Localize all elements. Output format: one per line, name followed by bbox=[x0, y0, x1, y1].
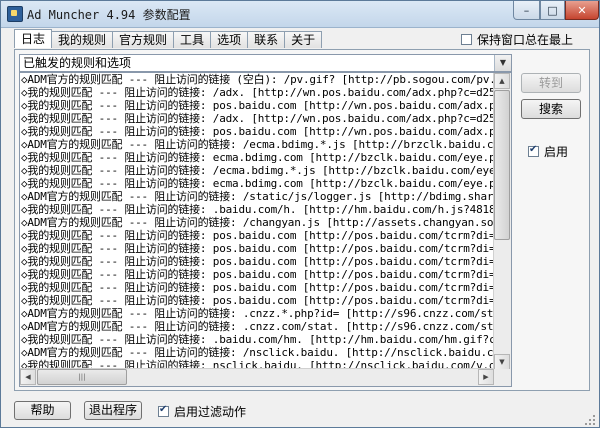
list-item[interactable]: ◇我的规则匹配 --- 阻止访问的链接: ecma.bdimg.com [htt… bbox=[20, 177, 494, 190]
list-item[interactable]: ◇我的规则匹配 --- 阻止访问的链接: .baidu.com/hm. [htt… bbox=[20, 333, 494, 346]
list-item[interactable]: ◇我的规则匹配 --- 阻止访问的链接: pos.baidu.com [http… bbox=[20, 294, 494, 307]
tab-bar: 日志 我的规则 官方规则 工具 选项 联系 关于 bbox=[14, 29, 323, 49]
tab-tools[interactable]: 工具 bbox=[173, 31, 212, 48]
log-filter-dropdown[interactable]: 已触发的规则和选项 ▼ bbox=[19, 54, 512, 72]
tab-options[interactable]: 选项 bbox=[210, 31, 249, 48]
enable-checkbox[interactable] bbox=[528, 144, 539, 157]
minimize-button[interactable]: – bbox=[513, 1, 540, 20]
enable-label: 启用 bbox=[544, 145, 569, 159]
app-icon bbox=[7, 6, 23, 22]
list-item[interactable]: ◇我的规则匹配 --- 阻止访问的链接: pos.baidu.com [http… bbox=[20, 242, 494, 255]
keep-on-top-option[interactable]: 保持窗口总在最上 bbox=[461, 31, 573, 48]
list-item[interactable]: ◇我的规则匹配 --- 阻止访问的链接: ecma.bdimg.com [htt… bbox=[20, 151, 494, 164]
resize-grip-icon[interactable] bbox=[584, 414, 596, 426]
list-item[interactable]: ◇我的规则匹配 --- 阻止访问的链接: /adx. [http://wn.po… bbox=[20, 86, 494, 99]
list-item[interactable]: ◇我的规则匹配 --- 阻止访问的链接: pos.baidu.com [http… bbox=[20, 268, 494, 281]
tab-log[interactable]: 日志 bbox=[14, 29, 53, 48]
list-item[interactable]: ◇ADM官方的规则匹配 --- 阻止访问的链接: /changyan.js [h… bbox=[20, 216, 494, 229]
maximize-button[interactable]: □ bbox=[540, 1, 565, 20]
list-item[interactable]: ◇我的规则匹配 --- 阻止访问的链接: pos.baidu.com [http… bbox=[20, 229, 494, 242]
list-item[interactable]: ◇ADM官方的规则匹配 --- 阻止访问的链接: /nsclick.baidu.… bbox=[20, 346, 494, 359]
scroll-up-icon[interactable]: ▲ bbox=[494, 73, 510, 89]
list-item[interactable]: ◇我的规则匹配 --- 阻止访问的链接: /ecma.bdimg.*.js [h… bbox=[20, 164, 494, 177]
list-item[interactable]: ◇我的规则匹配 --- 阻止访问的链接: .baidu.com/h. [http… bbox=[20, 203, 494, 216]
filter-checkbox[interactable] bbox=[158, 404, 169, 417]
horizontal-scroll-thumb[interactable]: ||| bbox=[37, 369, 127, 385]
list-item[interactable]: ◇我的规则匹配 --- 阻止访问的链接: pos.baidu.com [http… bbox=[20, 125, 494, 138]
title-bar[interactable]: Ad Muncher 4.94 参数配置 – □ ✕ bbox=[1, 1, 599, 28]
scroll-down-icon[interactable]: ▼ bbox=[494, 354, 510, 370]
search-button[interactable]: 搜索 bbox=[521, 99, 581, 119]
window-title: Ad Muncher 4.94 参数配置 bbox=[27, 8, 191, 22]
filter-option[interactable]: 启用过滤动作 bbox=[158, 403, 246, 420]
horizontal-scrollbar[interactable]: ◀ ||| ▶ bbox=[20, 368, 494, 386]
list-item[interactable]: ◇ADM官方的规则匹配 --- 阻止访问的链接: /ecma.bdimg.*.j… bbox=[20, 138, 494, 151]
list-item[interactable]: ◇ADM官方的规则匹配 --- 阻止访问的链接: .cnzz.com/stat.… bbox=[20, 320, 494, 333]
enable-option[interactable]: 启用 bbox=[528, 143, 568, 160]
close-button[interactable]: ✕ bbox=[565, 1, 599, 20]
help-button[interactable]: 帮助 bbox=[14, 401, 71, 420]
tab-official-rules[interactable]: 官方规则 bbox=[112, 31, 175, 48]
list-item[interactable]: ◇ADM官方的规则匹配 --- 阻止访问的链接: /static/js/logg… bbox=[20, 190, 494, 203]
tab-my-rules[interactable]: 我的规则 bbox=[51, 31, 114, 48]
maximize-icon: □ bbox=[547, 3, 558, 17]
settings-window: Ad Muncher 4.94 参数配置 – □ ✕ 日志 我的规则 官方规则 … bbox=[0, 0, 600, 428]
close-icon: ✕ bbox=[577, 3, 587, 17]
list-item[interactable]: ◇我的规则匹配 --- 阻止访问的链接: pos.baidu.com [http… bbox=[20, 281, 494, 294]
log-rows: ◇ADM官方的规则匹配 --- 阻止访问的链接 (空白): /pv.gif? [… bbox=[20, 73, 494, 371]
list-item[interactable]: ◇ADM官方的规则匹配 --- 阻止访问的链接: .cnzz.*.php?id=… bbox=[20, 307, 494, 320]
exit-button[interactable]: 退出程序 bbox=[84, 401, 142, 420]
list-item[interactable]: ◇ADM官方的规则匹配 --- 阻止访问的链接 (空白): /pv.gif? [… bbox=[20, 73, 494, 86]
filter-label: 启用过滤动作 bbox=[174, 405, 247, 419]
tab-about[interactable]: 关于 bbox=[284, 31, 323, 48]
list-item[interactable]: ◇我的规则匹配 --- 阻止访问的链接: /adx. [http://wn.po… bbox=[20, 112, 494, 125]
keep-on-top-label: 保持窗口总在最上 bbox=[477, 33, 574, 47]
scroll-left-icon[interactable]: ◀ bbox=[20, 369, 36, 385]
list-item[interactable]: ◇我的规则匹配 --- 阻止访问的链接: pos.baidu.com [http… bbox=[20, 99, 494, 112]
list-item[interactable]: ◇我的规则匹配 --- 阻止访问的链接: pos.baidu.com [http… bbox=[20, 255, 494, 268]
vertical-scroll-thumb[interactable] bbox=[494, 90, 510, 240]
minimize-icon: – bbox=[523, 3, 530, 17]
vertical-scrollbar[interactable]: ▲ ▼ bbox=[493, 73, 511, 370]
scroll-right-icon[interactable]: ▶ bbox=[478, 369, 494, 385]
chevron-down-icon[interactable]: ▼ bbox=[494, 55, 511, 71]
goto-button[interactable]: 转到 bbox=[521, 73, 581, 93]
keep-on-top-checkbox[interactable] bbox=[461, 34, 472, 45]
tab-contact[interactable]: 联系 bbox=[247, 31, 286, 48]
log-list[interactable]: ◇ADM官方的规则匹配 --- 阻止访问的链接 (空白): /pv.gif? [… bbox=[19, 72, 512, 387]
scrollbar-corner bbox=[494, 369, 511, 386]
log-filter-selected: 已触发的规则和选项 bbox=[23, 56, 132, 70]
